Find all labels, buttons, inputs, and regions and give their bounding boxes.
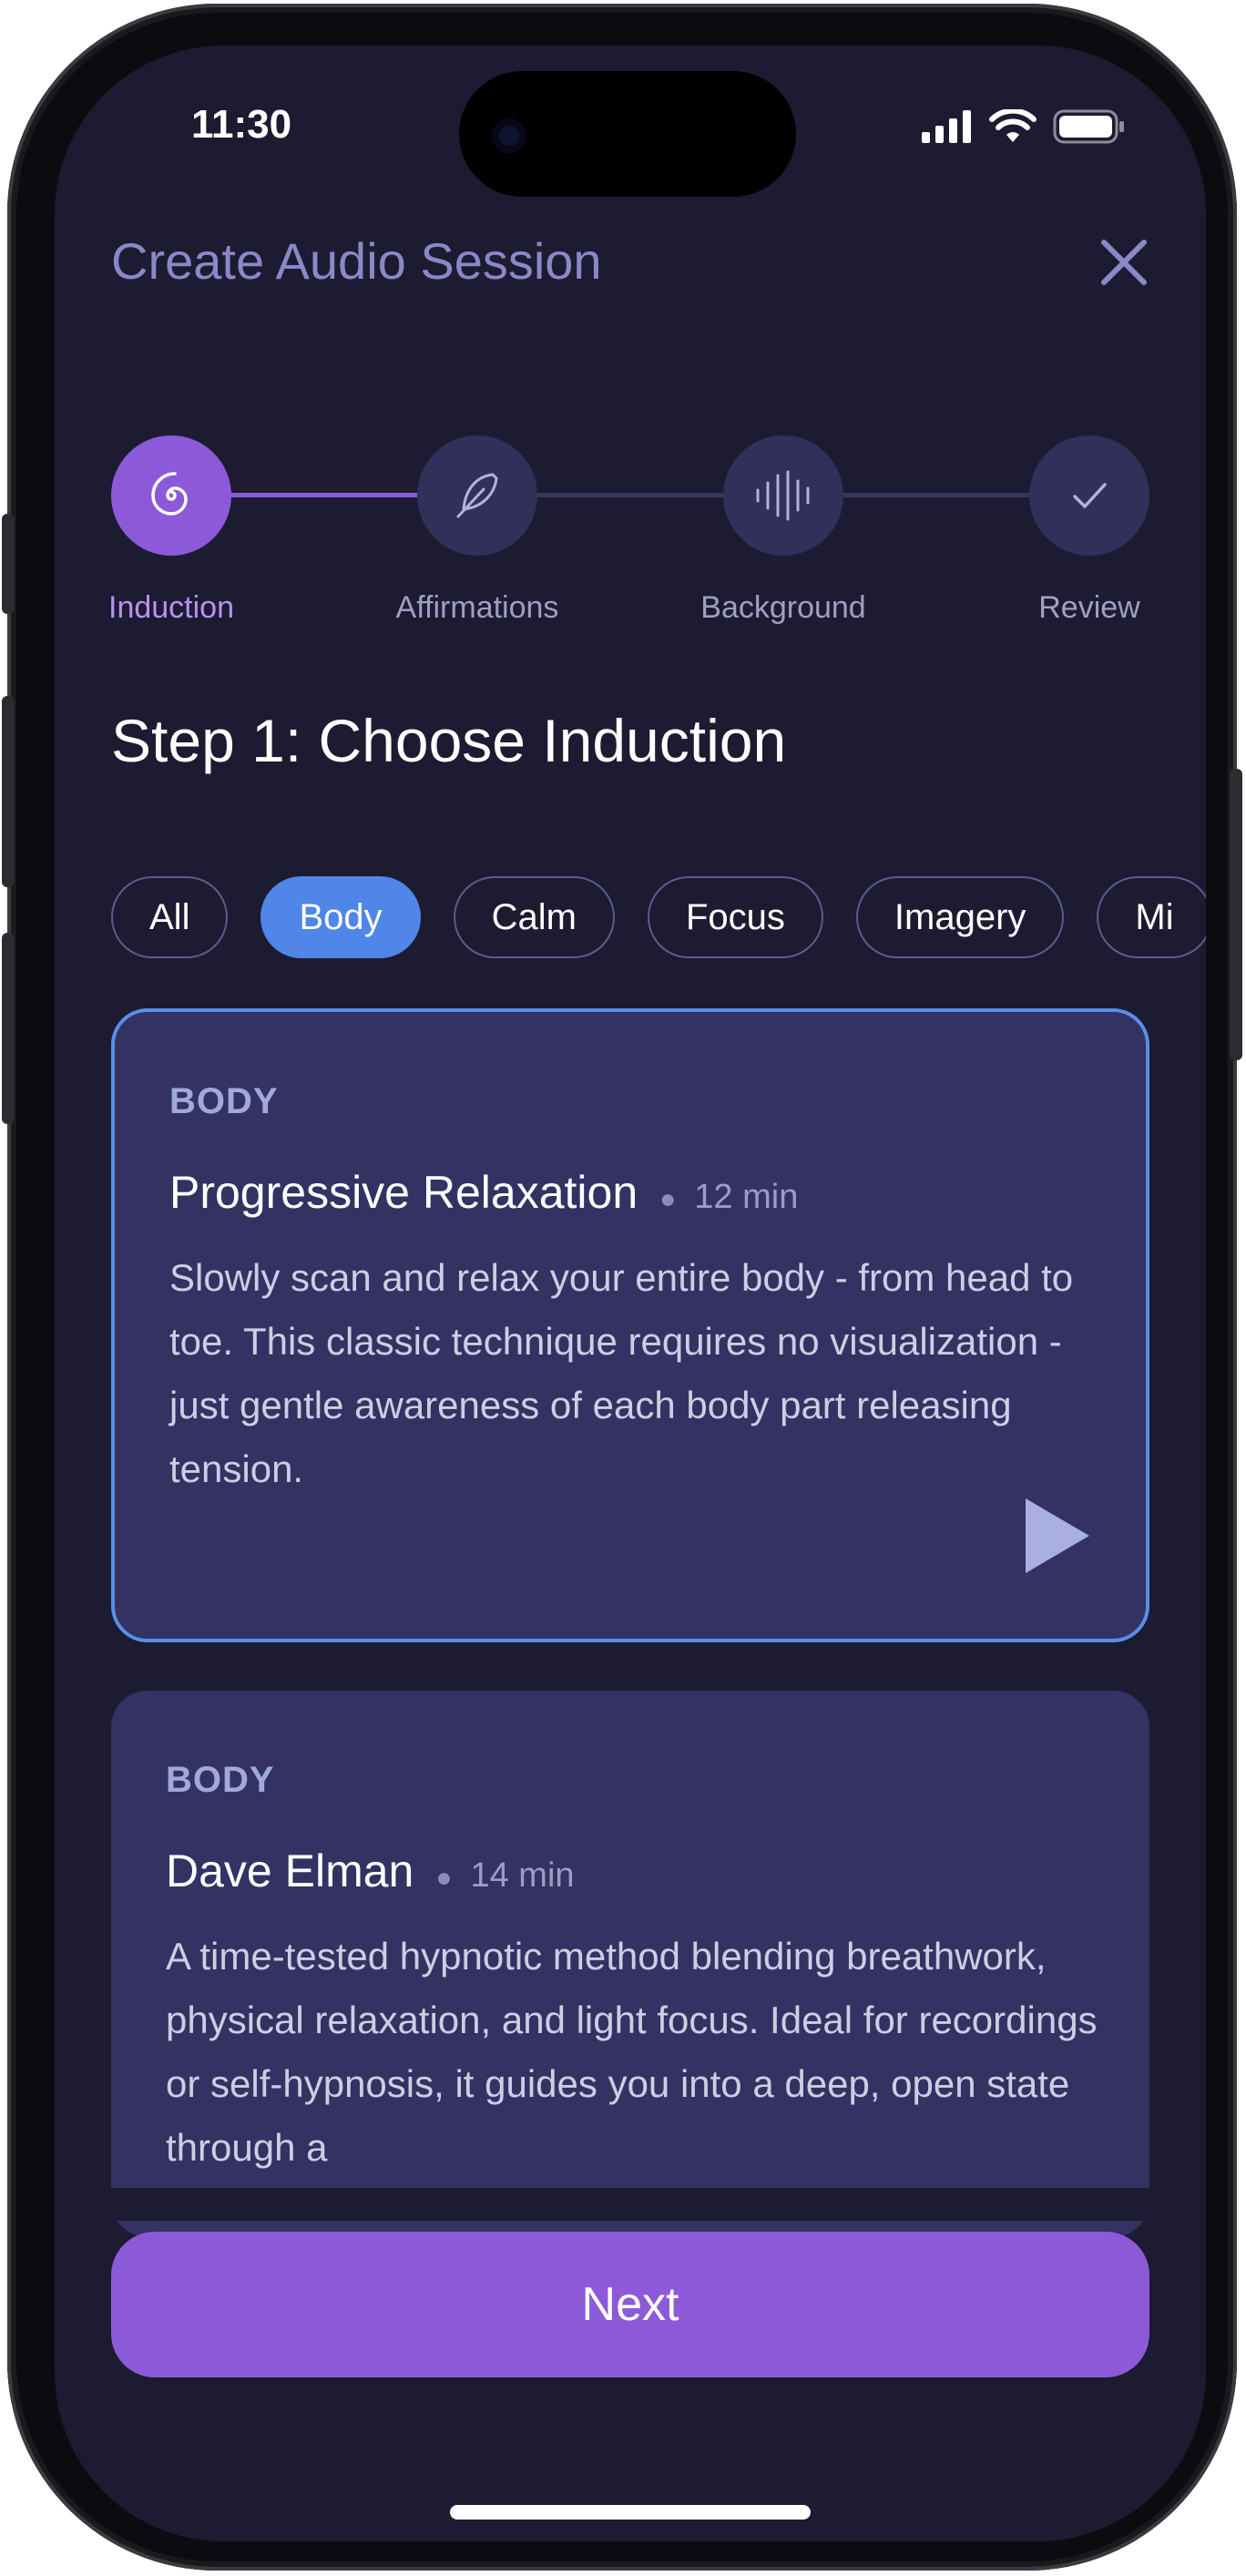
home-indicator[interactable] bbox=[450, 2505, 811, 2520]
app-screen: 11:30 Create Audio Session Induction Aff… bbox=[55, 46, 1206, 2541]
progress-stepper: Induction Affirmations Background Review bbox=[55, 390, 1206, 627]
chip-all[interactable]: All bbox=[111, 876, 229, 958]
step-induction[interactable] bbox=[111, 435, 231, 556]
card-description: A time-tested hypnotic method blending b… bbox=[166, 1935, 1098, 2169]
chip-mi[interactable]: Mi bbox=[1097, 876, 1206, 958]
next-button[interactable]: Next bbox=[111, 2232, 1149, 2377]
step-affirmations[interactable] bbox=[417, 435, 537, 556]
separator-dot: ● bbox=[659, 1184, 677, 1214]
feather-icon bbox=[456, 473, 498, 518]
step-label-background: Background bbox=[700, 590, 866, 625]
volume-up-button bbox=[2, 696, 15, 887]
step-review[interactable] bbox=[1029, 435, 1149, 556]
step-label-induction: Induction bbox=[108, 590, 234, 625]
close-button[interactable] bbox=[1088, 226, 1160, 299]
checkmark-icon bbox=[1073, 483, 1107, 508]
list-bottom-mask bbox=[55, 2188, 1206, 2221]
card-duration: 12 min bbox=[694, 1178, 799, 1216]
step-label-review: Review bbox=[1038, 590, 1140, 625]
card-title: Progressive Relaxation bbox=[169, 1167, 638, 1218]
separator-dot: ● bbox=[435, 1863, 453, 1893]
chip-body[interactable]: Body bbox=[260, 876, 421, 958]
step-label-affirmations: Affirmations bbox=[395, 590, 559, 625]
signal-icon bbox=[922, 110, 971, 143]
chip-calm[interactable]: Calm bbox=[453, 876, 615, 958]
induction-card-dave-elman[interactable]: BODY Dave Elman ● 14 min A time-tested h… bbox=[111, 1691, 1149, 2237]
camera-icon bbox=[492, 118, 526, 153]
status-time: 11:30 bbox=[191, 102, 292, 147]
phone-frame: 11:30 Create Audio Session Induction Aff… bbox=[2, 4, 1242, 2571]
card-description: Slowly scan and relax your entire body -… bbox=[169, 1256, 1074, 1490]
step-heading: Step 1: Choose Induction bbox=[111, 707, 787, 774]
play-icon[interactable] bbox=[1020, 1495, 1093, 1577]
close-icon bbox=[1101, 240, 1147, 285]
page-title: Create Audio Session bbox=[111, 232, 602, 290]
volume-down-button bbox=[2, 933, 15, 1124]
card-category: BODY bbox=[169, 1081, 279, 1121]
status-icons bbox=[922, 109, 1126, 144]
mute-switch bbox=[2, 514, 15, 614]
card-title: Dave Elman bbox=[166, 1845, 414, 1896]
filter-chips: All Body Calm Focus Imagery Mi bbox=[111, 876, 1206, 958]
spiral-icon bbox=[151, 472, 188, 516]
dynamic-island bbox=[459, 71, 796, 197]
induction-card-progressive-relaxation[interactable]: BODY Progressive Relaxation ● 12 min Slo… bbox=[111, 1008, 1149, 1642]
chip-imagery[interactable]: Imagery bbox=[855, 876, 1065, 958]
card-category: BODY bbox=[166, 1760, 275, 1800]
wifi-icon bbox=[989, 109, 1037, 142]
chip-focus[interactable]: Focus bbox=[647, 876, 823, 958]
step-background[interactable] bbox=[723, 435, 843, 556]
power-button bbox=[1230, 769, 1242, 1060]
battery-icon bbox=[1053, 109, 1124, 144]
waveform-icon bbox=[756, 470, 810, 521]
card-duration: 14 min bbox=[470, 1856, 575, 1895]
